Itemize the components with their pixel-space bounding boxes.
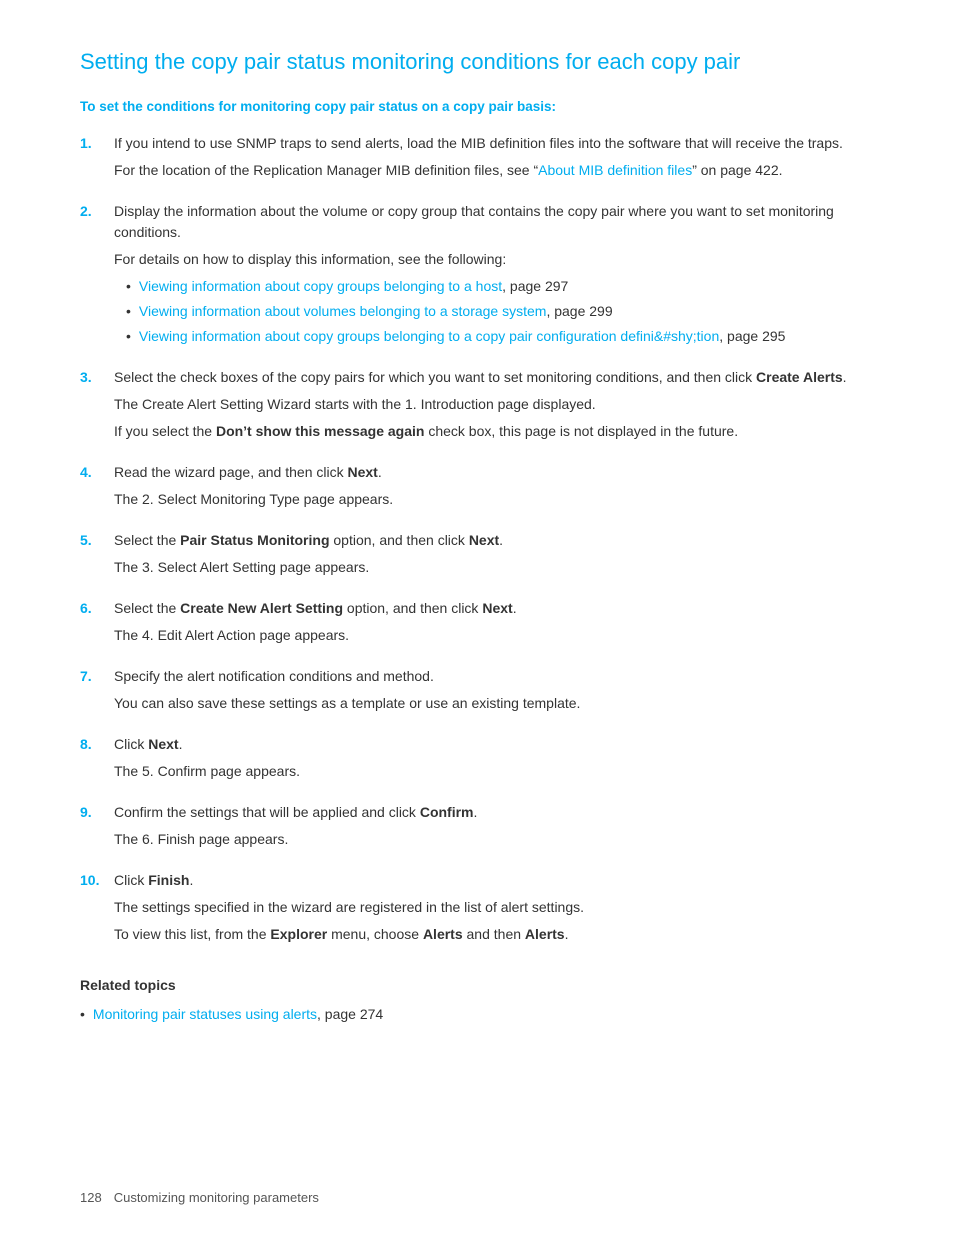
step-10-bold-finish: Finish xyxy=(148,872,189,888)
step-3-bold-dont-show: Don’t show this message again xyxy=(216,423,425,439)
step-10-bold-alerts1: Alerts xyxy=(423,926,463,942)
steps-list: 1. If you intend to use SNMP traps to se… xyxy=(80,133,874,951)
bullet-3: Viewing information about copy groups be… xyxy=(126,326,874,347)
step-6-note: The 4. Edit Alert Action page appears. xyxy=(114,625,874,646)
bullet-3-text: Viewing information about copy groups be… xyxy=(139,326,786,347)
step-4-text: Read the wizard page, and then click Nex… xyxy=(114,462,874,483)
related-topics-section: Related topics Monitoring pair statuses … xyxy=(80,975,874,1025)
step-6-text: Select the Create New Alert Setting opti… xyxy=(114,598,874,619)
step-1: 1. If you intend to use SNMP traps to se… xyxy=(80,133,874,187)
step-10-note1: The settings specified in the wizard are… xyxy=(114,897,874,918)
step-10-bold-explorer: Explorer xyxy=(270,926,327,942)
step-4-num: 4. xyxy=(80,462,114,483)
section-subtitle: To set the conditions for monitoring cop… xyxy=(80,97,874,117)
step-3-note2: If you select the Don’t show this messag… xyxy=(114,421,874,442)
step-5-bold-next: Next xyxy=(469,532,499,548)
step-3-note1: The Create Alert Setting Wizard starts w… xyxy=(114,394,874,415)
step-7: 7. Specify the alert notification condit… xyxy=(80,666,874,720)
step-7-content: Specify the alert notification condition… xyxy=(114,666,874,720)
step-1-text: If you intend to use SNMP traps to send … xyxy=(114,133,874,154)
step-2: 2. Display the information about the vol… xyxy=(80,201,874,353)
step-9-content: Confirm the settings that will be applie… xyxy=(114,802,874,856)
step-8: 8. Click Next. The 5. Confirm page appea… xyxy=(80,734,874,788)
step-7-num: 7. xyxy=(80,666,114,687)
step-1-num: 1. xyxy=(80,133,114,154)
step-2-bullets: Viewing information about copy groups be… xyxy=(126,276,874,347)
step-3-bold-create-alerts: Create Alerts xyxy=(756,369,843,385)
step-4: 4. Read the wizard page, and then click … xyxy=(80,462,874,516)
related-topics-list: Monitoring pair statuses using alerts, p… xyxy=(80,1004,874,1025)
step-3: 3. Select the check boxes of the copy pa… xyxy=(80,367,874,448)
step-2-text: Display the information about the volume… xyxy=(114,201,874,243)
mib-link[interactable]: About MIB definition files xyxy=(538,162,692,178)
page-container: Setting the copy pair status monitoring … xyxy=(0,0,954,1235)
footer-page-number: 128 xyxy=(80,1188,102,1208)
step-10: 10. Click Finish. The settings specified… xyxy=(80,870,874,951)
step-3-text: Select the check boxes of the copy pairs… xyxy=(114,367,874,388)
step-4-note: The 2. Select Monitoring Type page appea… xyxy=(114,489,874,510)
step-4-content: Read the wizard page, and then click Nex… xyxy=(114,462,874,516)
bullet-1-text: Viewing information about copy groups be… xyxy=(139,276,568,297)
step-8-bold-next: Next xyxy=(148,736,178,752)
step-5-note: The 3. Select Alert Setting page appears… xyxy=(114,557,874,578)
step-8-text: Click Next. xyxy=(114,734,874,755)
link-copy-groups-host[interactable]: Viewing information about copy groups be… xyxy=(139,278,502,294)
page-title: Setting the copy pair status monitoring … xyxy=(80,48,874,77)
monitoring-pair-statuses-link[interactable]: Monitoring pair statuses using alerts xyxy=(93,1006,317,1022)
step-8-content: Click Next. The 5. Confirm page appears. xyxy=(114,734,874,788)
step-9: 9. Confirm the settings that will be app… xyxy=(80,802,874,856)
link-copy-groups-definition[interactable]: Viewing information about copy groups be… xyxy=(139,328,719,344)
step-5-text: Select the Pair Status Monitoring option… xyxy=(114,530,874,551)
step-2-num: 2. xyxy=(80,201,114,222)
step-8-num: 8. xyxy=(80,734,114,755)
step-10-text: Click Finish. xyxy=(114,870,874,891)
related-topics-heading: Related topics xyxy=(80,975,874,996)
step-2-note: For details on how to display this infor… xyxy=(114,249,874,270)
bullet-2: Viewing information about volumes belong… xyxy=(126,301,874,322)
step-10-bold-alerts2: Alerts xyxy=(525,926,565,942)
link-volumes-storage[interactable]: Viewing information about volumes belong… xyxy=(139,303,547,319)
step-2-content: Display the information about the volume… xyxy=(114,201,874,353)
step-10-num: 10. xyxy=(80,870,114,891)
page-footer: 128 Customizing monitoring parameters xyxy=(80,1188,874,1208)
step-5-bold-pair-status: Pair Status Monitoring xyxy=(180,532,329,548)
step-1-note: For the location of the Replication Mana… xyxy=(114,160,874,181)
step-6-bold-create-new: Create New Alert Setting xyxy=(180,600,343,616)
step-8-note: The 5. Confirm page appears. xyxy=(114,761,874,782)
bullet-2-text: Viewing information about volumes belong… xyxy=(139,301,613,322)
step-7-note: You can also save these settings as a te… xyxy=(114,693,874,714)
step-6-bold-next: Next xyxy=(482,600,512,616)
step-9-note: The 6. Finish page appears. xyxy=(114,829,874,850)
step-3-content: Select the check boxes of the copy pairs… xyxy=(114,367,874,448)
step-5-content: Select the Pair Status Monitoring option… xyxy=(114,530,874,584)
footer-chapter-text: Customizing monitoring parameters xyxy=(114,1188,319,1208)
step-9-text: Confirm the settings that will be applie… xyxy=(114,802,874,823)
related-topic-1-text: Monitoring pair statuses using alerts, p… xyxy=(93,1004,383,1025)
step-9-bold-confirm: Confirm xyxy=(420,804,474,820)
step-9-num: 9. xyxy=(80,802,114,823)
step-6-num: 6. xyxy=(80,598,114,619)
step-3-num: 3. xyxy=(80,367,114,388)
step-10-note2: To view this list, from the Explorer men… xyxy=(114,924,874,945)
step-10-content: Click Finish. The settings specified in … xyxy=(114,870,874,951)
step-6: 6. Select the Create New Alert Setting o… xyxy=(80,598,874,652)
step-5-num: 5. xyxy=(80,530,114,551)
bullet-1: Viewing information about copy groups be… xyxy=(126,276,874,297)
step-7-text: Specify the alert notification condition… xyxy=(114,666,874,687)
step-6-content: Select the Create New Alert Setting opti… xyxy=(114,598,874,652)
step-5: 5. Select the Pair Status Monitoring opt… xyxy=(80,530,874,584)
step-4-bold-next: Next xyxy=(347,464,377,480)
step-1-content: If you intend to use SNMP traps to send … xyxy=(114,133,874,187)
related-topic-1: Monitoring pair statuses using alerts, p… xyxy=(80,1004,874,1025)
